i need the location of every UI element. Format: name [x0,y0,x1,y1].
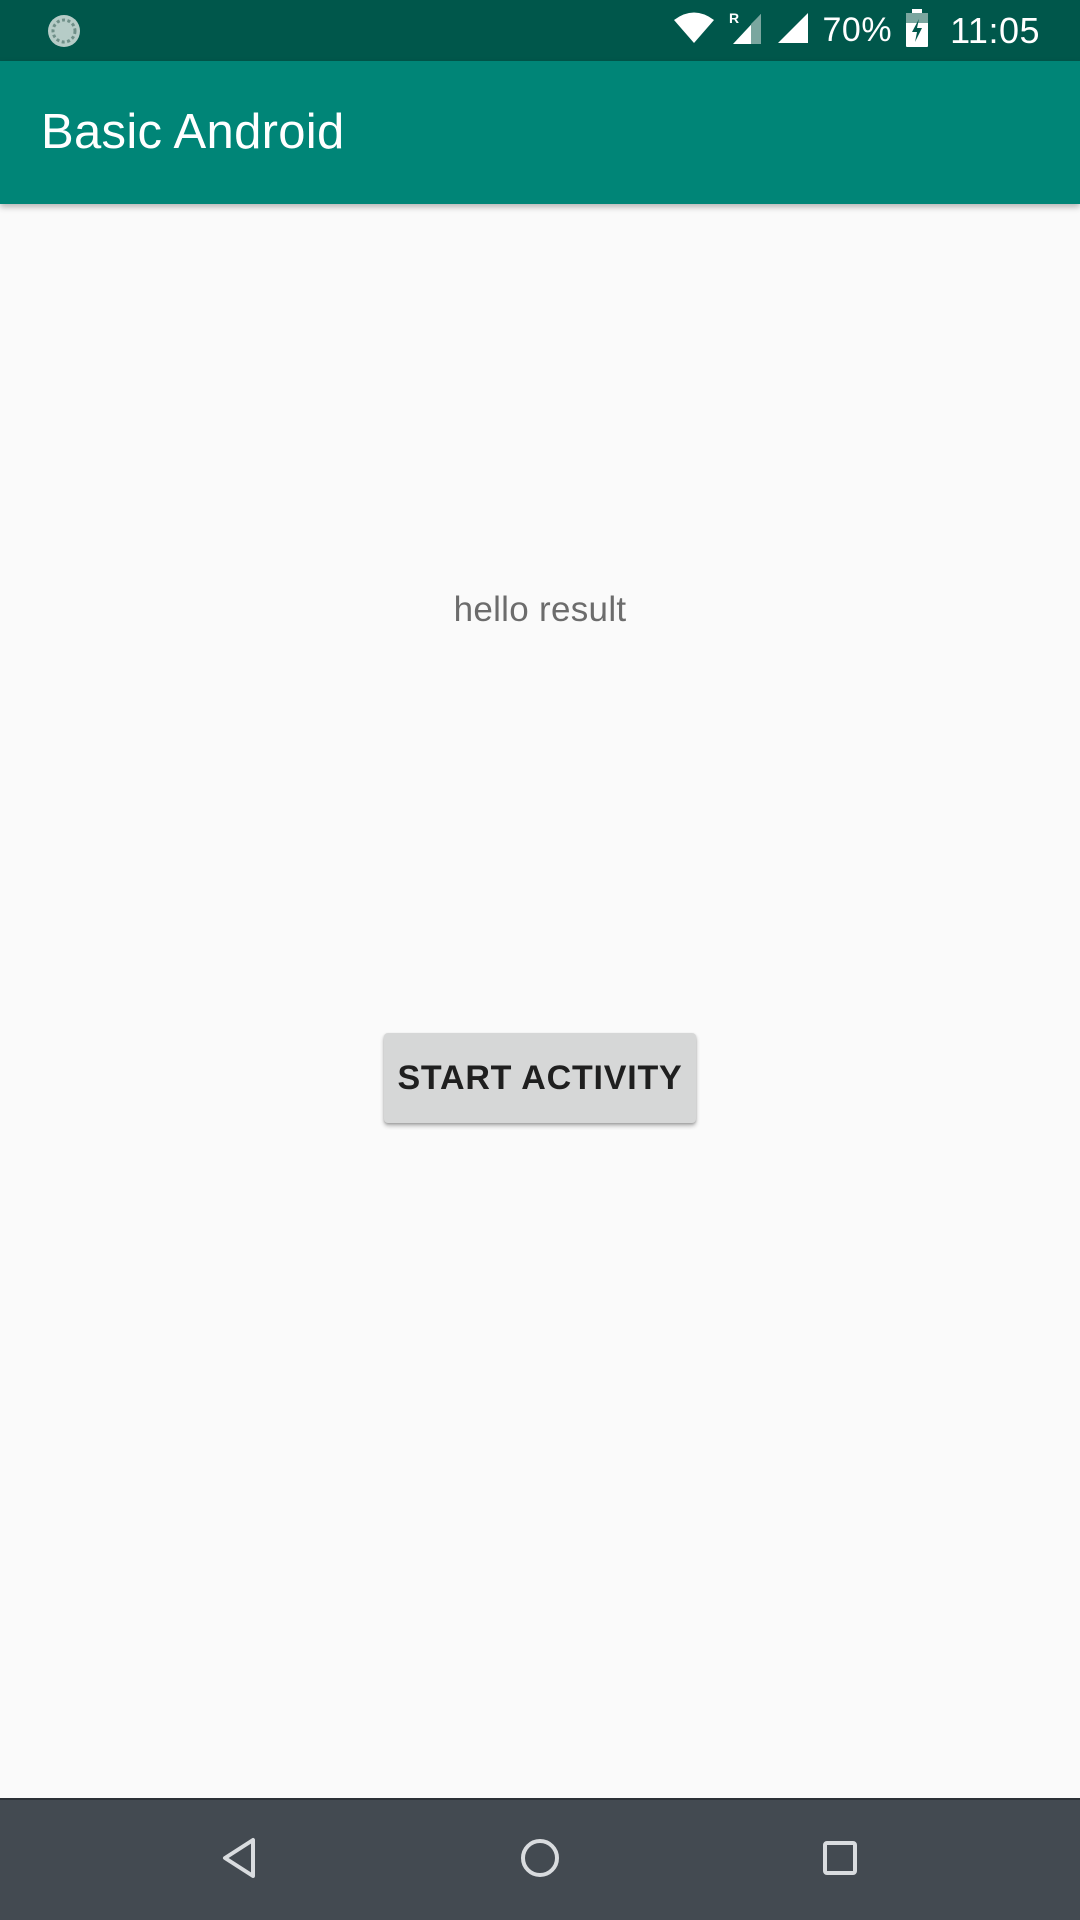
clock: 11:05 [950,9,1040,51]
navigation-bar [0,1798,1080,1920]
screen: R 70% 11:05 Basic Android hello result S… [0,0,1080,1920]
wifi-icon [673,12,715,49]
battery-percent: 70% [822,11,893,49]
back-icon [220,1836,260,1885]
battery-charging-icon [906,9,929,52]
roaming-signal-icon: R [729,10,763,51]
sync-icon [46,13,82,49]
recents-icon [822,1840,858,1881]
result-text: hello result [453,590,627,629]
home-icon [519,1837,561,1884]
recents-button[interactable] [770,1800,910,1920]
svg-text:R: R [729,10,739,26]
status-icons: R 70% 11:05 [659,0,1040,61]
app-bar: Basic Android [0,61,1080,204]
status-bar: R 70% 11:05 [0,0,1080,61]
main-content: hello result START ACTIVITY [0,204,1080,1798]
home-button[interactable] [470,1800,610,1920]
start-activity-button[interactable]: START ACTIVITY [384,1033,696,1123]
back-button[interactable] [170,1800,310,1920]
app-title: Basic Android [41,105,345,159]
cell-signal-icon [777,12,809,49]
